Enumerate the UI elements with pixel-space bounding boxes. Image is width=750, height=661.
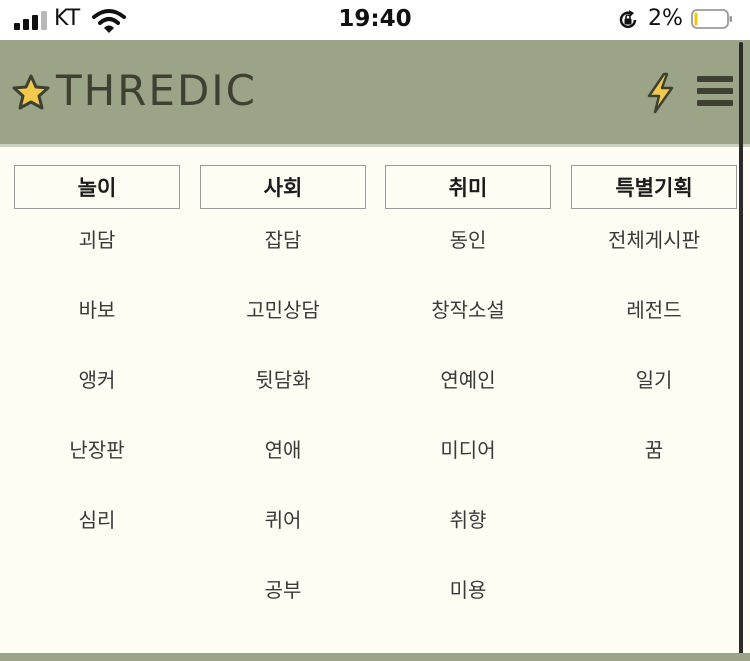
menu-column-header[interactable]: 놀이 bbox=[14, 165, 180, 209]
menu-column-play: 놀이 괴담 바보 앵커 난장판 심리 bbox=[14, 165, 180, 575]
site-header: THREDIC bbox=[0, 40, 750, 147]
menu-column-hobby: 취미 동인 창작소설 연예인 미디어 취향 미용 bbox=[385, 165, 551, 645]
status-bar: KT 19:40 2% bbox=[0, 0, 750, 40]
site-logo[interactable]: THREDIC bbox=[56, 66, 257, 115]
board-link[interactable]: 뒷담화 bbox=[200, 365, 366, 435]
board-menu: 놀이 괴담 바보 앵커 난장판 심리 사회 잡담 고민상담 뒷담화 연애 퀴어 … bbox=[14, 165, 737, 635]
board-link[interactable]: 잡담 bbox=[200, 225, 366, 295]
board-link[interactable]: 일기 bbox=[571, 365, 737, 435]
lightning-bolt-icon[interactable] bbox=[645, 72, 675, 114]
board-link[interactable]: 꿈 bbox=[571, 435, 737, 505]
menu-column-header[interactable]: 특별기획 bbox=[571, 165, 737, 209]
hamburger-menu-icon[interactable] bbox=[697, 76, 733, 106]
star-icon[interactable] bbox=[12, 74, 50, 110]
board-link[interactable]: 연예인 bbox=[385, 365, 551, 435]
board-link[interactable]: 고민상담 bbox=[200, 295, 366, 365]
board-link[interactable]: 심리 bbox=[14, 505, 180, 575]
menu-column-society: 사회 잡담 고민상담 뒷담화 연애 퀴어 공부 bbox=[200, 165, 366, 645]
menu-column-header[interactable]: 사회 bbox=[200, 165, 366, 209]
board-link[interactable]: 괴담 bbox=[14, 225, 180, 295]
board-link[interactable]: 미용 bbox=[385, 575, 551, 645]
board-link[interactable]: 바보 bbox=[14, 295, 180, 365]
board-link[interactable]: 앵커 bbox=[14, 365, 180, 435]
board-link[interactable]: 창작소설 bbox=[385, 295, 551, 365]
orientation-lock-icon bbox=[619, 10, 637, 29]
battery-icon bbox=[691, 9, 732, 29]
battery-percentage: 2% bbox=[648, 6, 683, 31]
board-link[interactable]: 연애 bbox=[200, 435, 366, 505]
menu-column-header[interactable]: 취미 bbox=[385, 165, 551, 209]
board-link[interactable]: 난장판 bbox=[14, 435, 180, 505]
board-link[interactable]: 퀴어 bbox=[200, 505, 366, 575]
board-link[interactable]: 레전드 bbox=[571, 295, 737, 365]
board-link[interactable]: 동인 bbox=[385, 225, 551, 295]
board-link[interactable]: 미디어 bbox=[385, 435, 551, 505]
scrollbar[interactable] bbox=[739, 42, 743, 657]
menu-column-special: 특별기획 전체게시판 레전드 일기 꿈 bbox=[571, 165, 737, 505]
board-link[interactable]: 공부 bbox=[200, 575, 366, 645]
bottom-divider bbox=[0, 653, 750, 661]
board-link[interactable]: 전체게시판 bbox=[571, 225, 737, 295]
board-link[interactable]: 취향 bbox=[385, 505, 551, 575]
